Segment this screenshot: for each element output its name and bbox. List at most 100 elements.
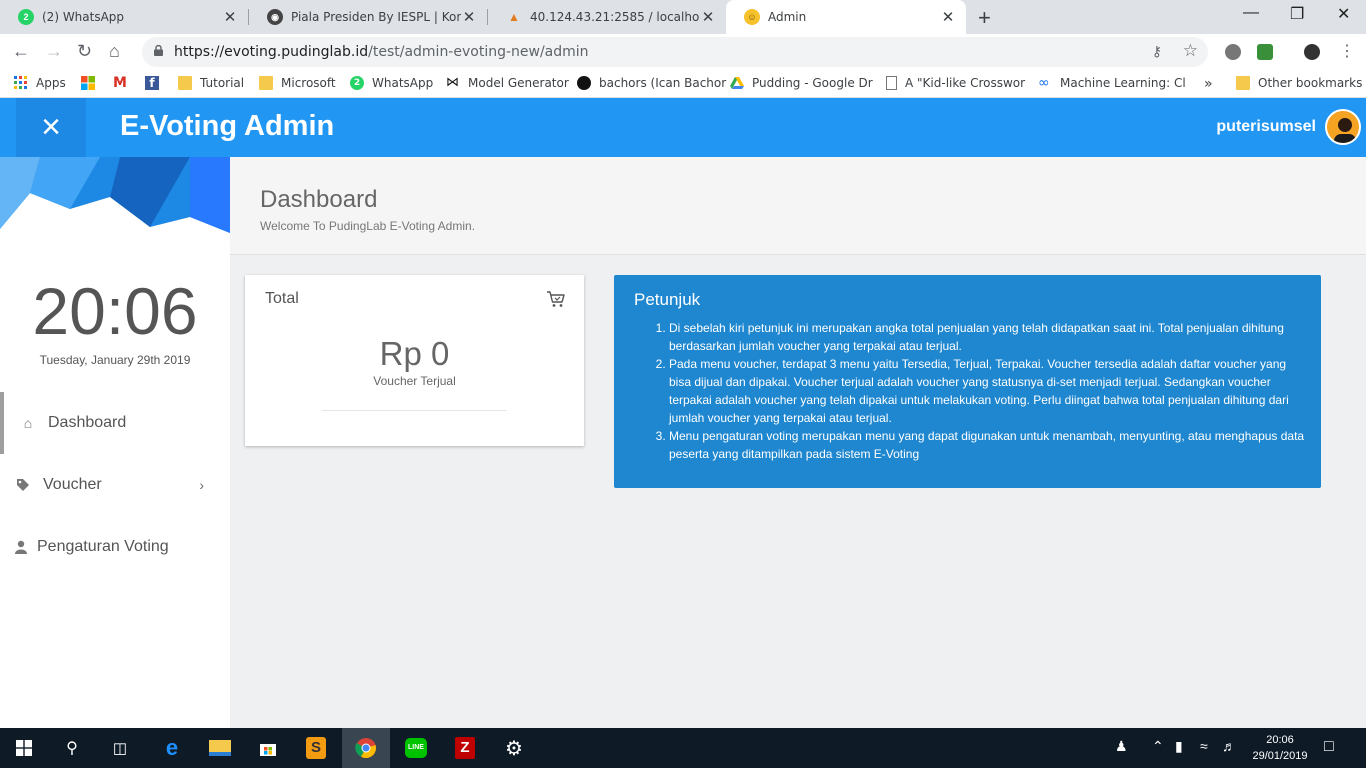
page-subtitle: Welcome To PudingLab E-Voting Admin.	[260, 219, 476, 233]
taskbar-time: 20:06	[1266, 734, 1294, 746]
username[interactable]: puterisumsel	[1216, 118, 1316, 136]
cors-extension-icon[interactable]	[1257, 44, 1273, 60]
bookmark-label: Machine Learning: Cl	[1060, 76, 1186, 90]
star-icon[interactable]: ☆	[1183, 41, 1198, 61]
avatar[interactable]	[1325, 109, 1361, 145]
bookmark-github[interactable]: bachors (Ican Bachor	[577, 76, 726, 90]
page-header: Dashboard Welcome To PudingLab E-Voting …	[230, 157, 1366, 255]
extension-gear-icon[interactable]	[1225, 44, 1241, 60]
globe-icon: ◉	[267, 9, 283, 25]
shopping-cart-icon	[547, 291, 565, 307]
sidebar-item-pengaturan-voting[interactable]: Pengaturan Voting	[0, 516, 230, 578]
search-icon[interactable]: ⚲	[48, 728, 96, 768]
home-icon[interactable]: ⌂	[109, 41, 120, 62]
sidebar-item-label: Voucher	[43, 476, 102, 493]
bookmark-apps[interactable]: Apps	[14, 76, 66, 90]
window-close-icon[interactable]: ✕	[1337, 4, 1350, 24]
sidebar: 20:06 Tuesday, January 29th 2019 ⌂ Dashb…	[0, 157, 230, 728]
profile-avatar-icon[interactable]	[1304, 44, 1320, 60]
maximize-icon[interactable]: ❐	[1290, 4, 1304, 24]
close-icon[interactable]: ✕	[700, 8, 716, 26]
volume-icon[interactable]: ♬	[1222, 738, 1236, 754]
tab-whatsapp[interactable]: 2 (2) WhatsApp ✕	[0, 0, 248, 34]
close-icon[interactable]: ✕	[222, 8, 238, 26]
sidebar-item-label: Dashboard	[48, 414, 127, 431]
tab-title: 40.124.43.21:2585 / localhost / e	[530, 10, 700, 24]
file-explorer-icon[interactable]	[196, 728, 244, 768]
close-icon[interactable]: ✕	[461, 8, 477, 26]
edge-browser-icon[interactable]: e	[148, 728, 196, 768]
minimize-icon[interactable]: —	[1243, 4, 1259, 22]
address-bar[interactable]: https://evoting.pudinglab.id/test/admin-…	[142, 37, 1208, 67]
folder-icon	[178, 76, 192, 90]
back-icon[interactable]: ←	[12, 41, 30, 62]
bookmark-model-generator[interactable]: ⋈ Model Generator	[446, 75, 569, 91]
emoji-favicon-icon: ☺	[744, 9, 760, 25]
tab-piala-presiden[interactable]: ◉ Piala Presiden By IESPL | Kontak I ✕	[249, 0, 487, 34]
instruction-item: Menu pengaturan voting merupakan menu ya…	[669, 427, 1309, 463]
bookmark-label: A "Kid-like Crosswor	[905, 76, 1026, 90]
task-view-icon[interactable]: ◫	[96, 728, 144, 768]
bookmark-label: Microsoft	[281, 76, 336, 90]
bookmark-gmail[interactable]: M	[113, 76, 135, 90]
instructions-title: Petunjuk	[634, 290, 701, 309]
bookmark-microsoft[interactable]: Microsoft	[259, 76, 336, 90]
bookmarks-overflow-button[interactable]: »	[1204, 76, 1213, 92]
bow-tie-icon: ⋈	[446, 75, 459, 90]
menu-toggle-close-icon[interactable]: ×	[16, 98, 86, 157]
clock-date: Tuesday, January 29th 2019	[39, 353, 191, 367]
bookmark-whatsapp[interactable]: 2 WhatsApp	[350, 76, 433, 90]
total-sales-card: Total Rp 0 Voucher Terjual	[245, 275, 584, 446]
url-path: /test/admin-evoting-new/admin	[368, 44, 589, 60]
filezilla-icon[interactable]: Z	[441, 728, 489, 768]
tab-phpmyadmin[interactable]: ▲ 40.124.43.21:2585 / localhost / e ✕	[488, 0, 726, 34]
store-icon[interactable]	[244, 728, 292, 768]
bookmark-label: Pudding - Google Dr	[752, 76, 873, 90]
bookmark-facebook[interactable]: f	[145, 76, 167, 90]
bookmark-machine-learning[interactable]: ∞ Machine Learning: Cl	[1038, 76, 1186, 90]
reload-icon[interactable]: ↻	[77, 41, 92, 62]
windows-start-icon[interactable]	[0, 728, 48, 768]
google-drive-icon	[730, 77, 744, 89]
total-card-title: Total	[265, 290, 299, 307]
settings-gear-icon[interactable]: ⚙	[490, 728, 538, 768]
sidebar-item-dashboard[interactable]: ⌂ Dashboard	[0, 392, 230, 454]
chevron-up-icon[interactable]: ⌃	[1152, 738, 1164, 755]
new-tab-icon[interactable]: +	[978, 5, 991, 31]
bookmark-other[interactable]: Other bookmarks	[1236, 76, 1362, 90]
instruction-item: Pada menu voucher, terdapat 3 menu yaitu…	[669, 355, 1309, 427]
bookmark-tutorial[interactable]: Tutorial	[178, 76, 244, 90]
app-header: × E-Voting Admin puterisumsel	[0, 98, 1366, 157]
chrome-icon[interactable]	[342, 728, 390, 768]
bookmark-google-drive[interactable]: Pudding - Google Dr	[730, 76, 873, 90]
whatsapp-icon: 2	[350, 76, 364, 90]
forward-icon[interactable]: →	[45, 41, 63, 62]
wifi-icon[interactable]: ≈	[1200, 738, 1208, 754]
people-icon[interactable]: ♟	[1115, 738, 1128, 755]
instruction-item: Di sebelah kiri petunjuk ini merupakan a…	[669, 319, 1309, 355]
main-content: Dashboard Welcome To PudingLab E-Voting …	[230, 157, 1366, 728]
github-icon	[577, 76, 591, 90]
bookmark-label: WhatsApp	[372, 76, 434, 90]
url-host: https://evoting.pudinglab.id	[174, 44, 369, 60]
bookmark-label: Other bookmarks	[1258, 76, 1363, 90]
tab-title: (2) WhatsApp	[42, 10, 125, 24]
kebab-menu-icon[interactable]: ⋮	[1339, 41, 1355, 61]
battery-icon[interactable]: ▮	[1175, 738, 1183, 755]
user-icon	[11, 540, 31, 554]
tag-icon	[13, 478, 33, 492]
sidebar-item-label: Pengaturan Voting	[37, 538, 169, 555]
tab-admin[interactable]: ☺ Admin ✕	[726, 0, 966, 34]
bookmark-crossword[interactable]: A "Kid-like Crosswor	[886, 76, 1025, 90]
taskbar-clock[interactable]: 20:06 29/01/2019	[1250, 732, 1310, 764]
app-title: E-Voting Admin	[120, 110, 335, 142]
close-icon[interactable]: ✕	[940, 8, 956, 26]
sidebar-item-voucher[interactable]: Voucher ›	[0, 454, 230, 516]
key-icon[interactable]: ⚷	[1152, 43, 1162, 60]
line-messenger-icon[interactable]: LINE	[392, 728, 440, 768]
bookmark-label: Model Generator	[468, 76, 569, 90]
sublime-text-icon[interactable]: S	[292, 728, 340, 768]
notification-center-icon[interactable]: □	[1324, 738, 1334, 756]
page-icon	[886, 76, 897, 90]
bookmark-microsoft-logo[interactable]	[81, 76, 103, 90]
